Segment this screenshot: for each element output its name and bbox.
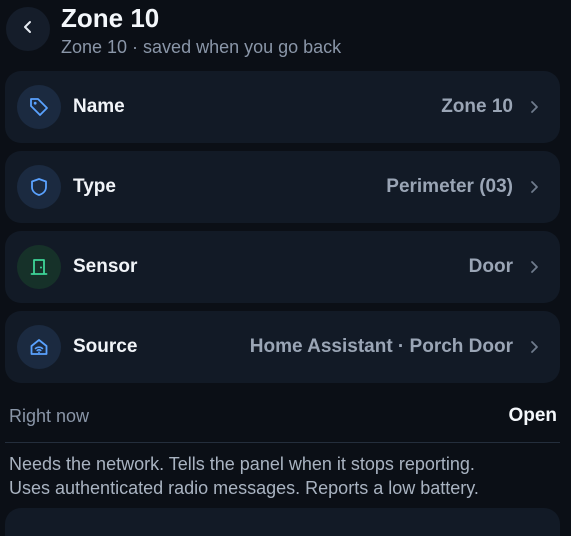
chevron-right-icon xyxy=(526,339,542,355)
back-button[interactable] xyxy=(6,7,50,51)
type-value: Perimeter (03) xyxy=(386,176,513,197)
page-title: Zone 10 xyxy=(61,3,160,33)
shield-icon xyxy=(17,165,61,209)
chevron-right-icon xyxy=(526,179,542,195)
door-icon xyxy=(17,245,61,289)
source-label: Source xyxy=(73,336,138,357)
status-value: Open xyxy=(508,405,557,426)
name-label: Name xyxy=(73,96,125,117)
sensor-row[interactable]: Sensor Door xyxy=(5,231,560,303)
chevron-left-icon xyxy=(21,20,35,39)
type-label: Type xyxy=(73,176,116,197)
status-label: Right now xyxy=(9,406,90,426)
next-card[interactable] xyxy=(5,508,560,536)
chevron-right-icon xyxy=(526,259,542,275)
zone-editor-screen: Zone 10 Zone 10 · saved when you go back… xyxy=(0,0,571,536)
description-line: Needs the network. Tells the panel when … xyxy=(9,454,475,474)
page-subtitle: Zone 10 · saved when you go back xyxy=(61,37,342,57)
divider xyxy=(5,442,560,443)
source-row[interactable]: Source Home Assistant · Porch Door xyxy=(5,311,560,383)
sensor-label: Sensor xyxy=(73,256,138,277)
chevron-right-icon xyxy=(526,99,542,115)
zone-description: Needs the network. Tells the panel when … xyxy=(9,452,559,500)
name-row[interactable]: Name Zone 10 xyxy=(5,71,560,143)
sensor-value: Door xyxy=(468,256,513,277)
tag-icon xyxy=(17,85,61,129)
type-row[interactable]: Type Perimeter (03) xyxy=(5,151,560,223)
description-line: Uses authenticated radio messages. Repor… xyxy=(9,478,479,498)
name-value: Zone 10 xyxy=(441,96,513,117)
source-value: Home Assistant · Porch Door xyxy=(249,336,513,357)
home-wifi-icon xyxy=(17,325,61,369)
